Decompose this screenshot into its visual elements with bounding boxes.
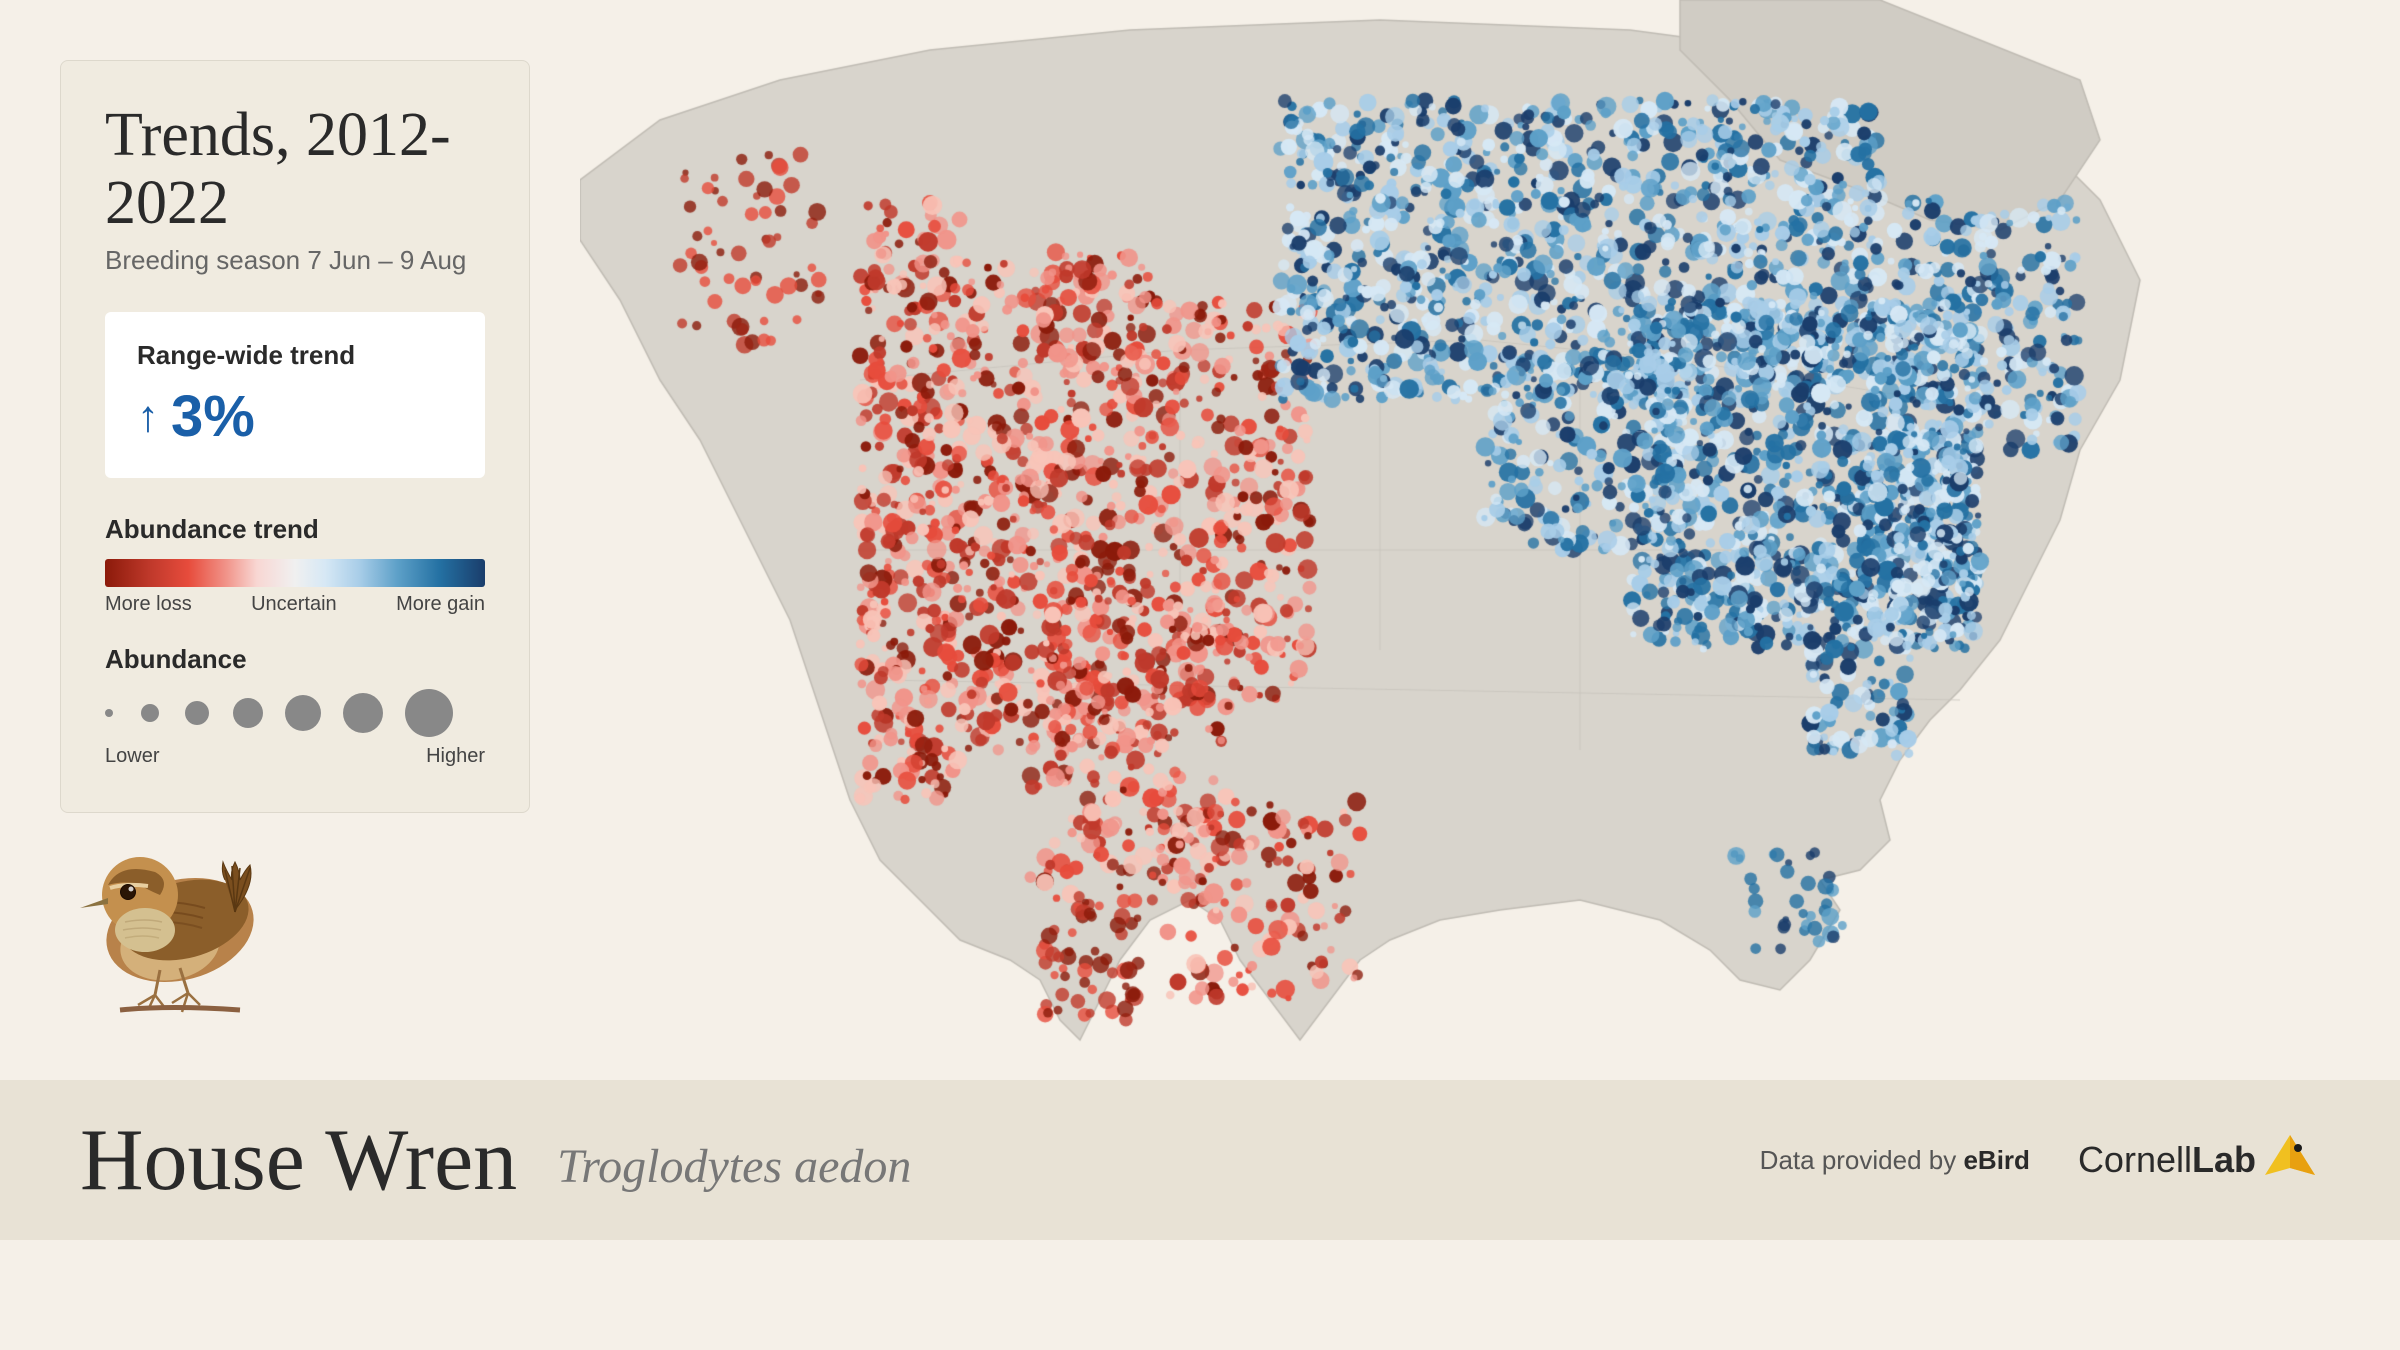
trend-value: ↑ 3% — [137, 383, 453, 450]
footer-bird-name: House Wren — [80, 1110, 517, 1211]
trend-box: Range-wide trend ↑ 3% — [105, 312, 485, 478]
gain-label: More gain — [396, 593, 485, 616]
map-area — [580, 0, 2400, 1080]
uncertain-label: Uncertain — [251, 593, 337, 616]
dots-labels: Lower Higher — [105, 745, 485, 768]
main-area: Trends, 2012-2022 Breeding season 7 Jun … — [0, 0, 2400, 1080]
left-panel: Trends, 2012-2022 Breeding season 7 Jun … — [0, 0, 580, 1080]
abundance-trend-label: Abundance trend — [105, 514, 485, 545]
dot-1 — [105, 709, 113, 717]
dot-2 — [141, 704, 159, 722]
dot-7 — [405, 689, 453, 737]
cornell-text: CornellLab — [2078, 1139, 2256, 1181]
chart-subtitle: Breeding season 7 Jun – 9 Aug — [105, 245, 485, 276]
footer-credit: Data provided by eBird — [1760, 1145, 2030, 1176]
loss-label: More loss — [105, 593, 192, 616]
cornell-normal: Cornell — [2078, 1139, 2192, 1180]
cornell-logo: CornellLab — [2078, 1130, 2320, 1190]
higher-label: Higher — [426, 745, 485, 768]
info-card: Trends, 2012-2022 Breeding season 7 Jun … — [60, 60, 530, 813]
cornell-bird-svg — [2260, 1130, 2320, 1190]
trend-percent: 3% — [171, 383, 255, 450]
footer-right: Data provided by eBird CornellLab — [1760, 1130, 2320, 1190]
footer: House Wren Troglodytes aedon Data provid… — [0, 1080, 2400, 1240]
dots-container — [105, 689, 485, 737]
cornell-bold: Lab — [2192, 1139, 2256, 1180]
dot-6 — [343, 693, 383, 733]
dot-3 — [185, 701, 209, 725]
color-bar-labels: More loss Uncertain More gain — [105, 593, 485, 616]
map-canvas — [580, 0, 2400, 1080]
bird-illustration — [40, 800, 320, 1020]
lower-label: Lower — [105, 745, 159, 768]
color-bar — [105, 559, 485, 587]
color-bar-container: More loss Uncertain More gain — [105, 559, 485, 616]
bird-svg — [40, 800, 320, 1020]
trend-box-label: Range-wide trend — [137, 340, 453, 371]
ebird-text: eBird — [1963, 1145, 2029, 1175]
dot-5 — [285, 695, 321, 731]
footer-latin-name: Troglodytes aedon — [557, 1127, 911, 1194]
chart-title: Trends, 2012-2022 — [105, 101, 485, 237]
abundance-label: Abundance — [105, 644, 485, 675]
trend-arrow-icon: ↑ — [137, 395, 159, 439]
dot-4 — [233, 698, 263, 728]
